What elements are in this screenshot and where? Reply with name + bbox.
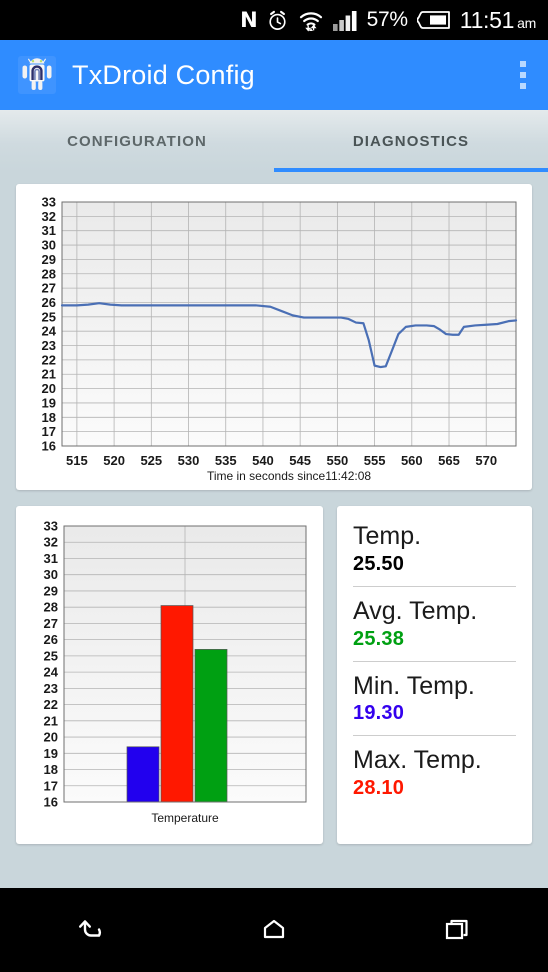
svg-text:24: 24 [42,324,57,339]
temperature-bar-chart: 16 17181920 21222324 25262728 2930313233 Temp… [44,519,307,825]
svg-text:21: 21 [42,367,56,382]
stat-max-temp-value: 28.10 [353,777,405,799]
svg-text:550: 550 [327,453,349,468]
svg-text:565: 565 [438,453,460,468]
temperature-line-chart-card: 16 17 18 19 20 21 22 23 24 25 26 27 28 29 30 31 32 33 515 5… [16,184,532,490]
clock-label: 11:51 am [459,6,537,34]
temperature-line-chart: 161718192021222324252627282930313233 515 5… [42,195,518,483]
svg-text:30: 30 [44,567,58,582]
android-robot-icon [16,54,58,96]
svg-text:525: 525 [140,453,162,468]
svg-text:570: 570 [475,453,497,468]
svg-text:28: 28 [42,266,56,281]
stat-avg-temp: Avg. Temp. 25.38 [353,585,516,661]
svg-text:23: 23 [42,338,56,353]
temperature-bar-chart-card: 16 17 18 19 20 21 22 23 24 25 26 27 28 29 30 31 32 33 Temp… [16,506,323,844]
svg-text:17: 17 [44,778,58,793]
svg-text:18: 18 [44,762,58,777]
cellular-signal-icon [332,7,358,33]
svg-text:19: 19 [42,395,56,410]
back-icon[interactable] [49,900,133,960]
stat-min-temp: Min. Temp. 19.30 [353,660,516,736]
svg-text:29: 29 [44,583,58,598]
tab-diagnostics[interactable]: DIAGNOSTICS [274,110,548,172]
svg-text:17: 17 [42,424,56,439]
svg-text:555: 555 [364,453,386,468]
svg-text:24: 24 [44,665,59,680]
status-bar: N 57% 11:51 am [0,0,548,40]
svg-text:20: 20 [42,381,56,396]
svg-text:26: 26 [44,632,58,647]
svg-text:33: 33 [42,195,56,210]
svg-text:29: 29 [42,252,56,267]
wifi-icon [298,7,324,33]
svg-text:32: 32 [42,209,56,224]
svg-text:540: 540 [252,453,274,468]
svg-text:535: 535 [215,453,237,468]
svg-text:530: 530 [178,453,200,468]
svg-text:520: 520 [103,453,125,468]
svg-text:32: 32 [44,535,58,550]
svg-text:30: 30 [42,238,56,253]
stat-temp-value: 25.50 [353,552,405,575]
svg-text:28: 28 [44,600,58,615]
svg-text:16: 16 [42,439,56,454]
stat-min-temp-value: 19.30 [353,702,405,725]
tab-configuration-label: CONFIGURATION [67,132,207,150]
svg-text:25: 25 [42,309,56,324]
stat-min-temp-label: Min. Temp. [353,671,475,700]
diagnostics-content: 16 17 18 19 20 21 22 23 24 25 26 27 28 29 30 31 32 33 515 5… [0,172,548,844]
recent-apps-icon[interactable] [415,900,499,960]
svg-text:22: 22 [42,352,56,367]
temperature-stats-card: Temp. 25.50 Avg. Temp. 25.38 Min. Temp. … [337,506,532,844]
svg-text:27: 27 [42,281,56,296]
svg-text:26: 26 [42,295,56,310]
svg-text:19: 19 [44,746,58,761]
tab-bar: CONFIGURATION DIAGNOSTICS [0,110,548,172]
stat-avg-temp-value: 25.38 [353,627,405,650]
android-navigation-bar [0,888,548,972]
svg-text:Temperature: Temperature [151,811,219,825]
tab-configuration[interactable]: CONFIGURATION [0,110,274,172]
svg-text:560: 560 [401,453,423,468]
svg-text:25: 25 [44,648,58,663]
svg-text:31: 31 [44,551,58,566]
svg-text:27: 27 [44,616,58,631]
svg-text:22: 22 [44,697,58,712]
home-icon[interactable] [232,900,316,960]
stat-avg-temp-label: Avg. Temp. [353,596,478,625]
svg-text:Time in seconds since11:42:08: Time in seconds since11:42:08 [207,469,371,483]
battery-percent-label: 57% [366,8,408,31]
stat-temp-label: Temp. [353,522,422,550]
svg-text:545: 545 [289,453,311,468]
svg-text:21: 21 [44,713,58,728]
alarm-clock-icon [266,7,289,33]
app-bar: TxDroid Config [0,40,548,110]
tab-diagnostics-label: DIAGNOSTICS [352,132,470,150]
svg-text:18: 18 [42,410,56,425]
svg-text:20: 20 [44,730,58,745]
nfc-icon: N [240,7,258,32]
stat-max-temp-label: Max. Temp. [353,746,482,775]
svg-text:23: 23 [44,681,58,696]
battery-icon [416,7,451,33]
stat-max-temp: Max. Temp. 28.10 [353,735,516,810]
overflow-menu-icon[interactable] [512,55,534,95]
svg-text:33: 33 [44,519,58,534]
clock-ampm: am [517,14,536,31]
page-title: TxDroid Config [72,59,255,90]
svg-text:515: 515 [66,453,88,468]
svg-text:16: 16 [44,795,58,810]
clock-time: 11:51 [459,6,515,33]
stat-temp: Temp. 25.50 [353,520,516,586]
phone-screen: N 57% 11:51 am TxDroid Config CONFIGURAT… [0,0,548,972]
svg-text:31: 31 [42,223,56,238]
